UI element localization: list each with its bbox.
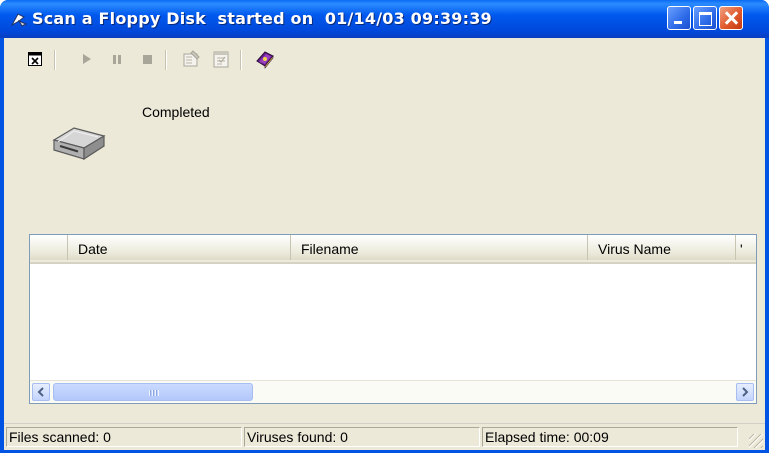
scroll-grip: [149, 390, 159, 396]
log-button[interactable]: [210, 48, 232, 70]
horizontal-scrollbar[interactable]: [30, 380, 756, 403]
help-button[interactable]: [254, 48, 276, 70]
status-bar: Files scanned: 0 Viruses found: 0 Elapse…: [4, 423, 765, 450]
column-header-filename[interactable]: Filename: [291, 235, 588, 260]
results-header: Date Filename Virus Name ': [30, 235, 756, 264]
properties-button[interactable]: [180, 48, 202, 70]
floppy-drive-icon: [52, 127, 106, 161]
close-window-icon: [28, 52, 42, 66]
pause-button[interactable]: [106, 48, 128, 70]
close-scan-button[interactable]: [24, 48, 46, 70]
column-header-icon[interactable]: [30, 235, 68, 260]
scanner-app-icon: [10, 13, 28, 27]
scroll-thumb[interactable]: [53, 383, 253, 401]
column-header-date[interactable]: Date: [68, 235, 291, 260]
viruses-found-pane: Viruses found: 0: [244, 427, 480, 447]
window-client-area: Completed Date Filename Virus Name ' Fil…: [4, 38, 765, 450]
column-header-virus-name[interactable]: Virus Name: [588, 235, 736, 260]
help-book-icon: [256, 51, 274, 69]
play-icon: [83, 54, 91, 64]
column-header-truncated[interactable]: ': [736, 235, 756, 260]
log-icon: [213, 51, 229, 68]
toolbar-separator: [165, 50, 167, 70]
close-button[interactable]: [719, 6, 743, 30]
title-bar[interactable]: Scan a Floppy Disk started on 01/14/03 0…: [0, 0, 769, 38]
pause-icon: [113, 55, 121, 64]
stop-icon: [143, 55, 152, 64]
toolbar-separator: [54, 50, 56, 70]
files-scanned-pane: Files scanned: 0: [6, 427, 242, 447]
stop-button[interactable]: [136, 48, 158, 70]
maximize-button[interactable]: [693, 6, 717, 30]
chevron-right-icon: [742, 387, 749, 397]
elapsed-time-pane: Elapsed time: 00:09: [482, 427, 738, 447]
scan-status-label: Completed: [142, 104, 210, 120]
toolbar-separator: [240, 50, 242, 70]
scroll-left-button[interactable]: [32, 383, 50, 401]
scan-window: Scan a Floppy Disk started on 01/14/03 0…: [0, 0, 769, 453]
chevron-left-icon: [37, 387, 44, 397]
scroll-right-button[interactable]: [736, 383, 754, 401]
toolbar: [4, 48, 304, 74]
play-button[interactable]: [76, 48, 98, 70]
resize-grip[interactable]: [749, 434, 763, 448]
minimize-button[interactable]: [667, 6, 691, 30]
results-list[interactable]: Date Filename Virus Name ': [29, 234, 757, 404]
properties-icon: [183, 50, 200, 67]
window-title: Scan a Floppy Disk started on 01/14/03 0…: [32, 9, 492, 28]
